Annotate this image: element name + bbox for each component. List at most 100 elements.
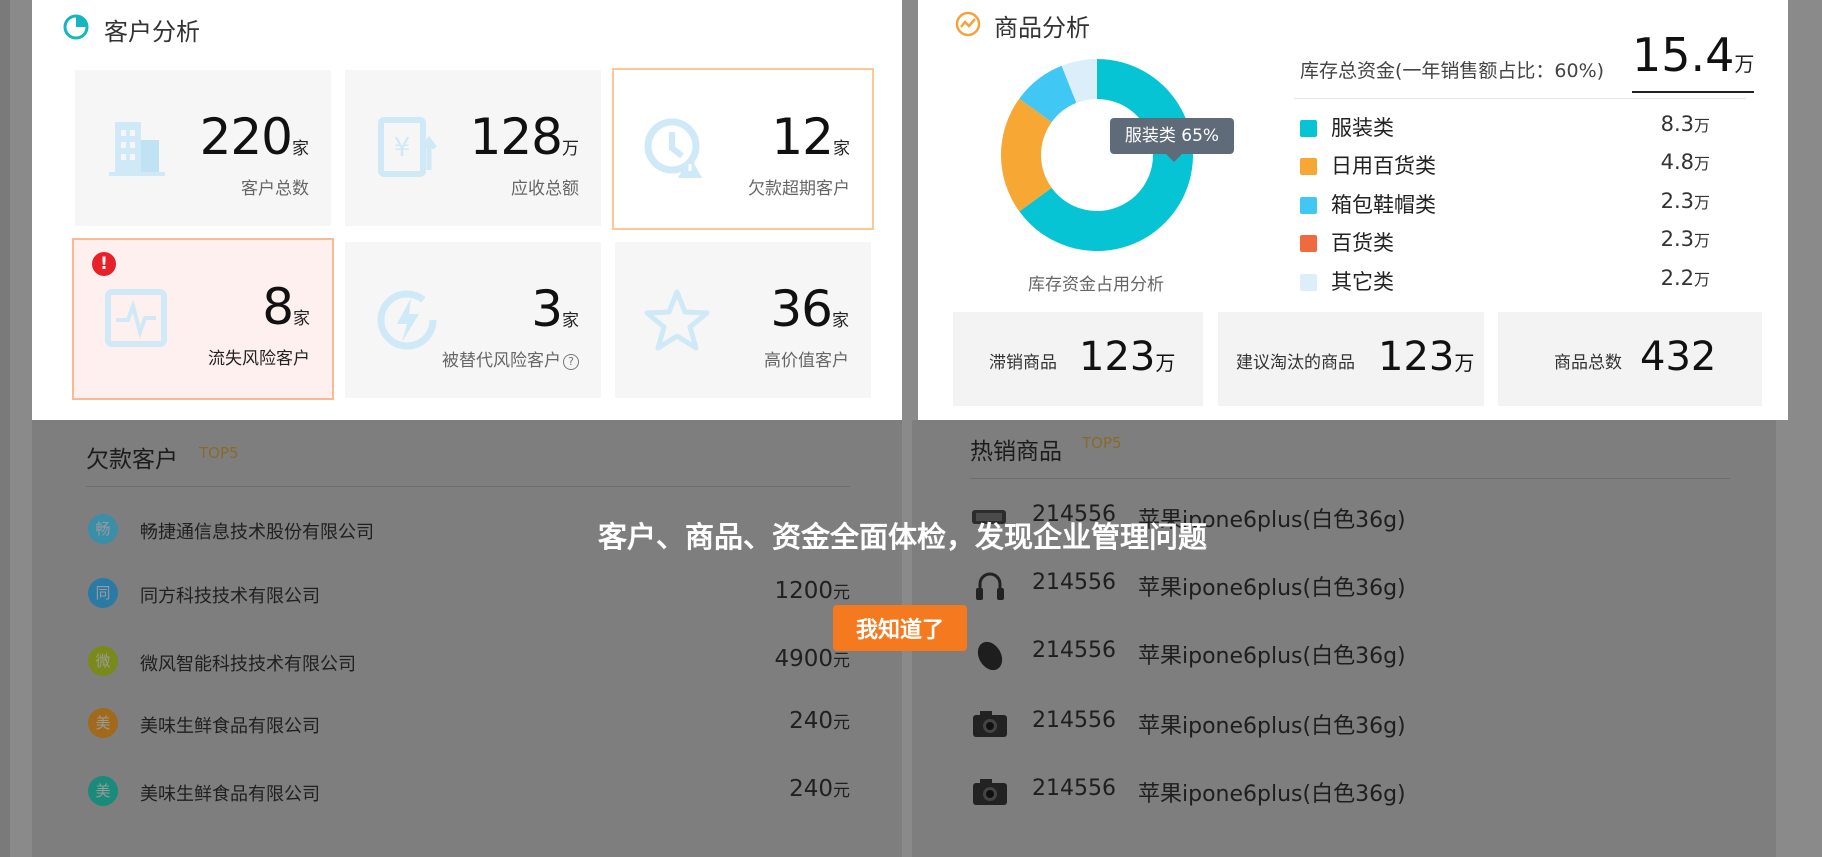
kpi-receivables[interactable]: ¥ 128万 应收总额 (345, 70, 601, 226)
avatar: 美 (88, 776, 118, 806)
debt-row[interactable]: 美 美味生鲜食品有限公司 240元 (86, 774, 850, 814)
debt-section-tag: TOP5 (199, 444, 239, 462)
product-name: 苹果ipone6plus(白色36g) (1138, 714, 1406, 739)
kpi-value: 12家 (771, 108, 850, 166)
product-row[interactable]: 214556 苹果ipone6plus(白色36g) (970, 702, 1730, 746)
product-id: 214556 (1032, 570, 1116, 595)
kpi-label: 应收总额 (511, 179, 579, 199)
legend-label: 百货类 (1331, 231, 1394, 255)
help-icon[interactable]: ? (563, 354, 579, 370)
legend-swatch (1300, 274, 1317, 291)
kpi-label: 被替代风险客户? (442, 346, 579, 371)
kpi-value: 128万 (469, 108, 579, 166)
hot-section-tag: TOP5 (1082, 434, 1122, 452)
kpi-label: 高价值客户 (764, 351, 849, 371)
debt-row[interactable]: 微 微风智能科技技术有限公司 4900元 (86, 644, 850, 684)
eliminate-goods-box[interactable]: 建议淘汰的商品 123万 (1218, 312, 1484, 406)
product-id: 214556 (1032, 708, 1116, 733)
customer-analysis-panel: 客户分析 220家 客户总数 ¥ 128万 应收总额 12家 欠款超期客户 ! … (32, 0, 902, 420)
legend-swatch (1300, 120, 1317, 137)
guide-message: 客户、商品、资金全面体检，发现企业管理问题 (598, 520, 1208, 554)
legend-value: 2.2万 (1660, 266, 1710, 290)
building-icon (109, 122, 165, 176)
debt-customer-name: 畅捷通信息技术股份有限公司 (140, 522, 374, 543)
page-left-strip (0, 0, 10, 857)
kpi-label: 欠款超期客户 (748, 179, 850, 199)
product-row[interactable]: 214556 苹果ipone6plus(白色36g) (970, 770, 1730, 814)
legend-label: 箱包鞋帽类 (1331, 193, 1436, 217)
legend-item[interactable]: 其它类 2.2万 (1300, 264, 1740, 298)
avatar: 美 (88, 708, 118, 738)
kpi-label: 客户总数 (241, 179, 309, 199)
kpi-high-value[interactable]: 36家 高价值客户 (615, 242, 871, 398)
debt-customer-name: 微风智能科技技术有限公司 (140, 654, 356, 675)
pulse-icon (105, 289, 167, 347)
mouse-icon (977, 641, 1003, 671)
legend-swatch (1300, 158, 1317, 175)
alert-icon: ! (92, 252, 116, 276)
legend-item[interactable]: 百货类 2.3万 (1300, 225, 1740, 259)
avatar: 微 (88, 646, 118, 676)
kpi-value: 3家 (531, 280, 579, 338)
debt-customer-name: 美味生鲜食品有限公司 (140, 784, 320, 805)
kpi-substitution-risk[interactable]: 3家 被替代风险客户? (345, 242, 601, 398)
avatar: 畅 (88, 514, 118, 544)
debt-amount: 240元 (789, 776, 850, 802)
debt-divider (86, 486, 850, 487)
goods-panel-title: 商品分析 (994, 14, 1090, 42)
product-id: 214556 (1032, 776, 1116, 801)
legend-value: 2.3万 (1660, 189, 1710, 213)
kpi-value: 220家 (199, 108, 309, 166)
box-label: 滞销商品 (989, 353, 1057, 373)
legend-label: 其它类 (1331, 270, 1394, 294)
debt-customer-name: 美味生鲜食品有限公司 (140, 716, 320, 737)
legend-label: 服装类 (1331, 116, 1394, 140)
box-label: 商品总数 (1554, 353, 1622, 373)
svg-text:¥: ¥ (394, 133, 411, 163)
legend-item[interactable]: 日用百货类 4.8万 (1300, 148, 1740, 182)
kpi-label: 流失风险客户 (208, 349, 310, 369)
avatar: 同 (88, 578, 118, 608)
debt-row[interactable]: 同 同方科技技术有限公司 1200元 (86, 576, 850, 616)
slow-moving-box[interactable]: 滞销商品 123万 (953, 312, 1203, 406)
inventory-total-label: 库存总资金(一年销售额占比：60%) (1300, 60, 1605, 82)
kpi-churn-risk[interactable]: ! 8家 流失风险客户 (72, 238, 334, 400)
product-row[interactable]: 214556 苹果ipone6plus(白色36g) (970, 632, 1730, 676)
donut-caption: 库存资金占用分析 (1028, 275, 1164, 295)
got-it-button[interactable]: 我知道了 (833, 605, 967, 651)
legend-swatch (1300, 197, 1317, 214)
product-name: 苹果ipone6plus(白色36g) (1138, 644, 1406, 669)
pie-chart-icon (63, 14, 89, 40)
legend-value: 2.3万 (1660, 227, 1710, 251)
hot-divider (970, 478, 1730, 479)
debt-section-title: 欠款客户 (86, 447, 178, 473)
product-id: 214556 (1032, 638, 1116, 663)
legend-item[interactable]: 服装类 8.3万 (1300, 110, 1740, 144)
trend-icon (955, 11, 981, 37)
kpi-value: 36家 (770, 280, 849, 338)
camera-icon (973, 779, 1007, 805)
star-icon (644, 289, 710, 351)
chart-tooltip: 服装类 65% (1110, 118, 1234, 162)
total-goods-box[interactable]: 商品总数 432 (1498, 312, 1762, 406)
box-value: 123万 (1079, 334, 1176, 380)
legend-value: 8.3万 (1660, 112, 1710, 136)
inventory-total-value[interactable]: 15.4万 (1632, 30, 1755, 93)
box-value: 123万 (1378, 334, 1475, 380)
box-value: 432 (1640, 334, 1717, 380)
kpi-overdue-customers[interactable]: 12家 欠款超期客户 (612, 68, 874, 230)
camera-icon (973, 711, 1007, 737)
legend-value: 4.8万 (1660, 150, 1710, 174)
product-row[interactable]: 214556 苹果ipone6plus(白色36g) (970, 564, 1730, 608)
box-label: 建议淘汰的商品 (1236, 353, 1355, 373)
debt-row[interactable]: 美 美味生鲜食品有限公司 240元 (86, 706, 850, 746)
legend-label: 日用百货类 (1331, 154, 1436, 178)
lightning-icon (377, 290, 437, 350)
legend-item[interactable]: 箱包鞋帽类 2.3万 (1300, 187, 1740, 221)
customer-panel-title: 客户分析 (104, 18, 200, 46)
yen-document-icon: ¥ (378, 117, 437, 177)
debt-customer-name: 同方科技技术有限公司 (140, 586, 320, 607)
kpi-total-customers[interactable]: 220家 客户总数 (75, 70, 331, 226)
legend-divider (1294, 98, 1746, 99)
product-name: 苹果ipone6plus(白色36g) (1138, 576, 1406, 601)
